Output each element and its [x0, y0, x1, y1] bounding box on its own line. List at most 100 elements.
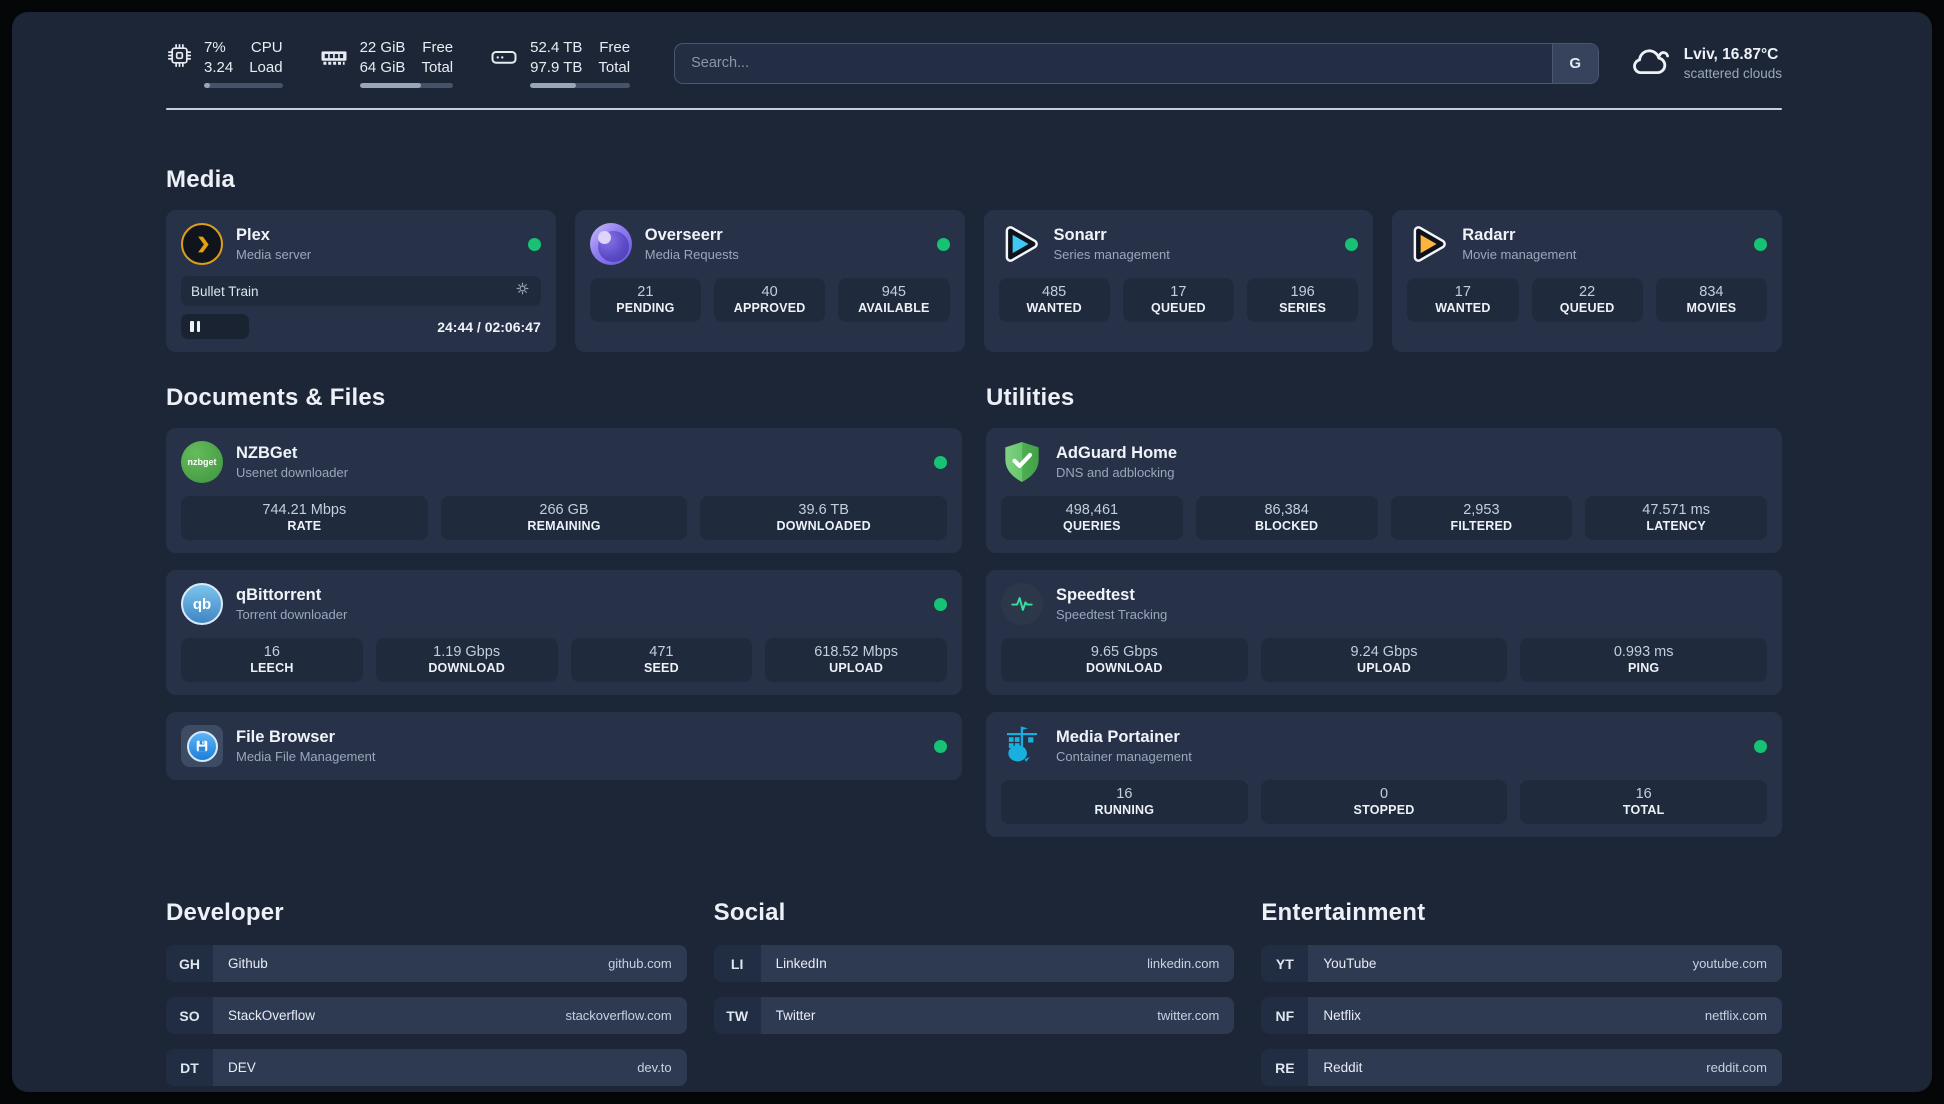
service-subtitle: Torrent downloader	[236, 607, 348, 622]
service-subtitle: DNS and adblocking	[1056, 465, 1175, 480]
service-title: Speedtest	[1056, 586, 1135, 604]
status-dot	[1754, 237, 1767, 251]
track-title: Bullet Train	[191, 283, 259, 299]
service-subtitle: Media Requests	[644, 247, 739, 262]
playback-progress: 24:44 / 02:06:47	[181, 314, 541, 339]
link-url: stackoverflow.com	[565, 1008, 672, 1023]
section-title-media: Media	[166, 166, 236, 193]
section-title-documents: Documents & Files	[166, 384, 386, 411]
service-card-filebrowser[interactable]: File Browser Media File Management	[166, 712, 962, 780]
stat-tile: 2,953 FILTERED	[1390, 496, 1573, 540]
stat-tile: 266 GB REMAINING	[440, 496, 688, 540]
service-card-portainer[interactable]: Media Portainer Container management 16 R…	[986, 712, 1782, 837]
storage-progress-bar	[530, 83, 631, 88]
stat-tile: 16 RUNNING	[1001, 780, 1248, 824]
storage-free-value: 52.4 TB	[530, 39, 583, 56]
service-card-nzbget[interactable]: nzbget NZBGet Usenet downloader 744.21 M…	[166, 428, 962, 553]
cloud-icon	[1627, 43, 1671, 84]
link-row-dev[interactable]: DT DEV dev.to	[166, 1049, 687, 1086]
storage-stat: 52.4 TB 97.9 TB Free Total	[489, 38, 631, 88]
cpu-load-label: Load	[249, 58, 283, 76]
memory-free-label: Free	[422, 39, 454, 56]
service-title: Overseerr	[644, 226, 723, 244]
service-title: AdGuard Home	[1056, 444, 1178, 462]
status-dot	[934, 455, 947, 469]
service-subtitle: Media File Management	[236, 749, 376, 764]
service-card-plex[interactable]: Plex Media server Bullet Train 24:44 / 0…	[166, 210, 556, 352]
stat-tile: 196 SERIES	[1247, 278, 1359, 322]
cpu-usage-value: 7%	[204, 39, 226, 56]
section-title-developer: Developer	[166, 899, 284, 926]
disk-icon	[489, 42, 519, 72]
service-subtitle: Container management	[1056, 749, 1192, 764]
stat-tile: 17 QUEUED	[1122, 278, 1234, 322]
service-subtitle: Media server	[236, 247, 312, 262]
stat-tile: 0 STOPPED	[1260, 780, 1508, 824]
service-card-overseerr[interactable]: Overseerr Media Requests 21 PENDING 40 APP…	[574, 210, 965, 352]
service-card-radarr[interactable]: Radarr Movie management 17 WANTED 22 QUEUE…	[1392, 210, 1782, 352]
dashboard: 7% 3.24 CPU Load 22 GiB 64 GiB Free Tota…	[12, 12, 1932, 1092]
link-url: netflix.com	[1704, 1008, 1767, 1023]
link-url: github.com	[608, 956, 672, 971]
section-title-entertainment: Entertainment	[1261, 899, 1426, 926]
storage-free-label: Free	[599, 39, 631, 56]
link-abbr: LI	[713, 945, 761, 982]
link-row-github[interactable]: GH Github github.com	[166, 945, 687, 982]
status-dot	[934, 597, 947, 611]
playback-time: 24:44 / 02:06:47	[437, 318, 541, 335]
link-name: Netflix	[1323, 1008, 1361, 1023]
stat-tile: 47.571 ms LATENCY	[1585, 496, 1767, 540]
status-dot	[1754, 739, 1767, 753]
section-title-utilities: Utilities	[986, 384, 1075, 411]
service-title: Radarr	[1462, 226, 1516, 244]
service-title: Sonarr	[1053, 226, 1107, 244]
status-dot	[527, 237, 541, 251]
stat-tile: 9.65 Gbps DOWNLOAD	[1001, 638, 1248, 682]
stat-tile: 9.24 Gbps UPLOAD	[1260, 638, 1508, 682]
social-section: Social LI LinkedIn linkedin.com TW Twitte…	[713, 899, 1235, 1034]
stat-tile: 40 APPROVED	[714, 278, 826, 322]
stat-tile: 21 PENDING	[589, 278, 701, 322]
status-dot	[936, 237, 950, 251]
stat-tile: 86,384 BLOCKED	[1195, 496, 1378, 540]
stat-tile: 945 AVAILABLE	[838, 278, 950, 322]
service-subtitle: Usenet downloader	[236, 465, 349, 480]
service-subtitle: Series management	[1053, 247, 1170, 262]
service-title: qBittorrent	[236, 586, 322, 604]
link-row-linkedin[interactable]: LI LinkedIn linkedin.com	[713, 945, 1235, 982]
link-row-youtube[interactable]: YT YouTube youtube.com	[1261, 945, 1782, 982]
link-url: twitter.com	[1157, 1008, 1220, 1023]
search-input[interactable]	[675, 43, 1552, 83]
link-name: DEV	[228, 1060, 256, 1075]
adguard-icon	[1001, 441, 1043, 483]
search-provider-button[interactable]: G	[1551, 43, 1598, 83]
link-name: Twitter	[775, 1008, 816, 1023]
service-card-sonarr[interactable]: Sonarr Series management 485 WANTED 17 QUE…	[983, 210, 1374, 352]
storage-total-value: 97.9 TB	[530, 58, 583, 76]
link-row-reddit[interactable]: RE Reddit reddit.com	[1261, 1049, 1782, 1086]
radarr-icon	[1407, 223, 1449, 265]
overseerr-icon	[589, 223, 632, 265]
stat-tile: 1.19 Gbps DOWNLOAD	[375, 638, 558, 682]
weather-location: Lviv, 16.87°C	[1683, 45, 1779, 63]
cpu-progress-bar	[204, 83, 283, 88]
stat-tile: 22 QUEUED	[1531, 278, 1643, 322]
link-row-stackoverflow[interactable]: SO StackOverflow stackoverflow.com	[166, 997, 687, 1034]
cpu-icon	[166, 42, 193, 69]
gear-icon[interactable]	[514, 280, 531, 302]
service-title: Plex	[236, 226, 270, 244]
documents-column: Documents & Files nzbget NZBGet Usenet d…	[166, 384, 962, 780]
pause-icon[interactable]	[190, 321, 200, 332]
service-card-qbittorrent[interactable]: qb qBittorrent Torrent downloader 16 LEEC…	[166, 570, 962, 695]
filebrowser-icon	[181, 725, 223, 767]
link-name: LinkedIn	[775, 956, 827, 971]
link-abbr: TW	[713, 997, 761, 1034]
service-card-speedtest[interactable]: Speedtest Speedtest Tracking 9.65 Gbps DO…	[986, 570, 1782, 695]
weather-condition: scattered clouds	[1683, 65, 1782, 81]
link-name: Github	[228, 956, 268, 971]
link-abbr: NF	[1261, 997, 1309, 1034]
link-row-twitter[interactable]: TW Twitter twitter.com	[713, 997, 1235, 1034]
service-card-adguard[interactable]: AdGuard Home DNS and adblocking 498,461 Q…	[986, 428, 1782, 553]
link-row-netflix[interactable]: NF Netflix netflix.com	[1261, 997, 1782, 1034]
nzbget-icon: nzbget	[181, 441, 223, 483]
